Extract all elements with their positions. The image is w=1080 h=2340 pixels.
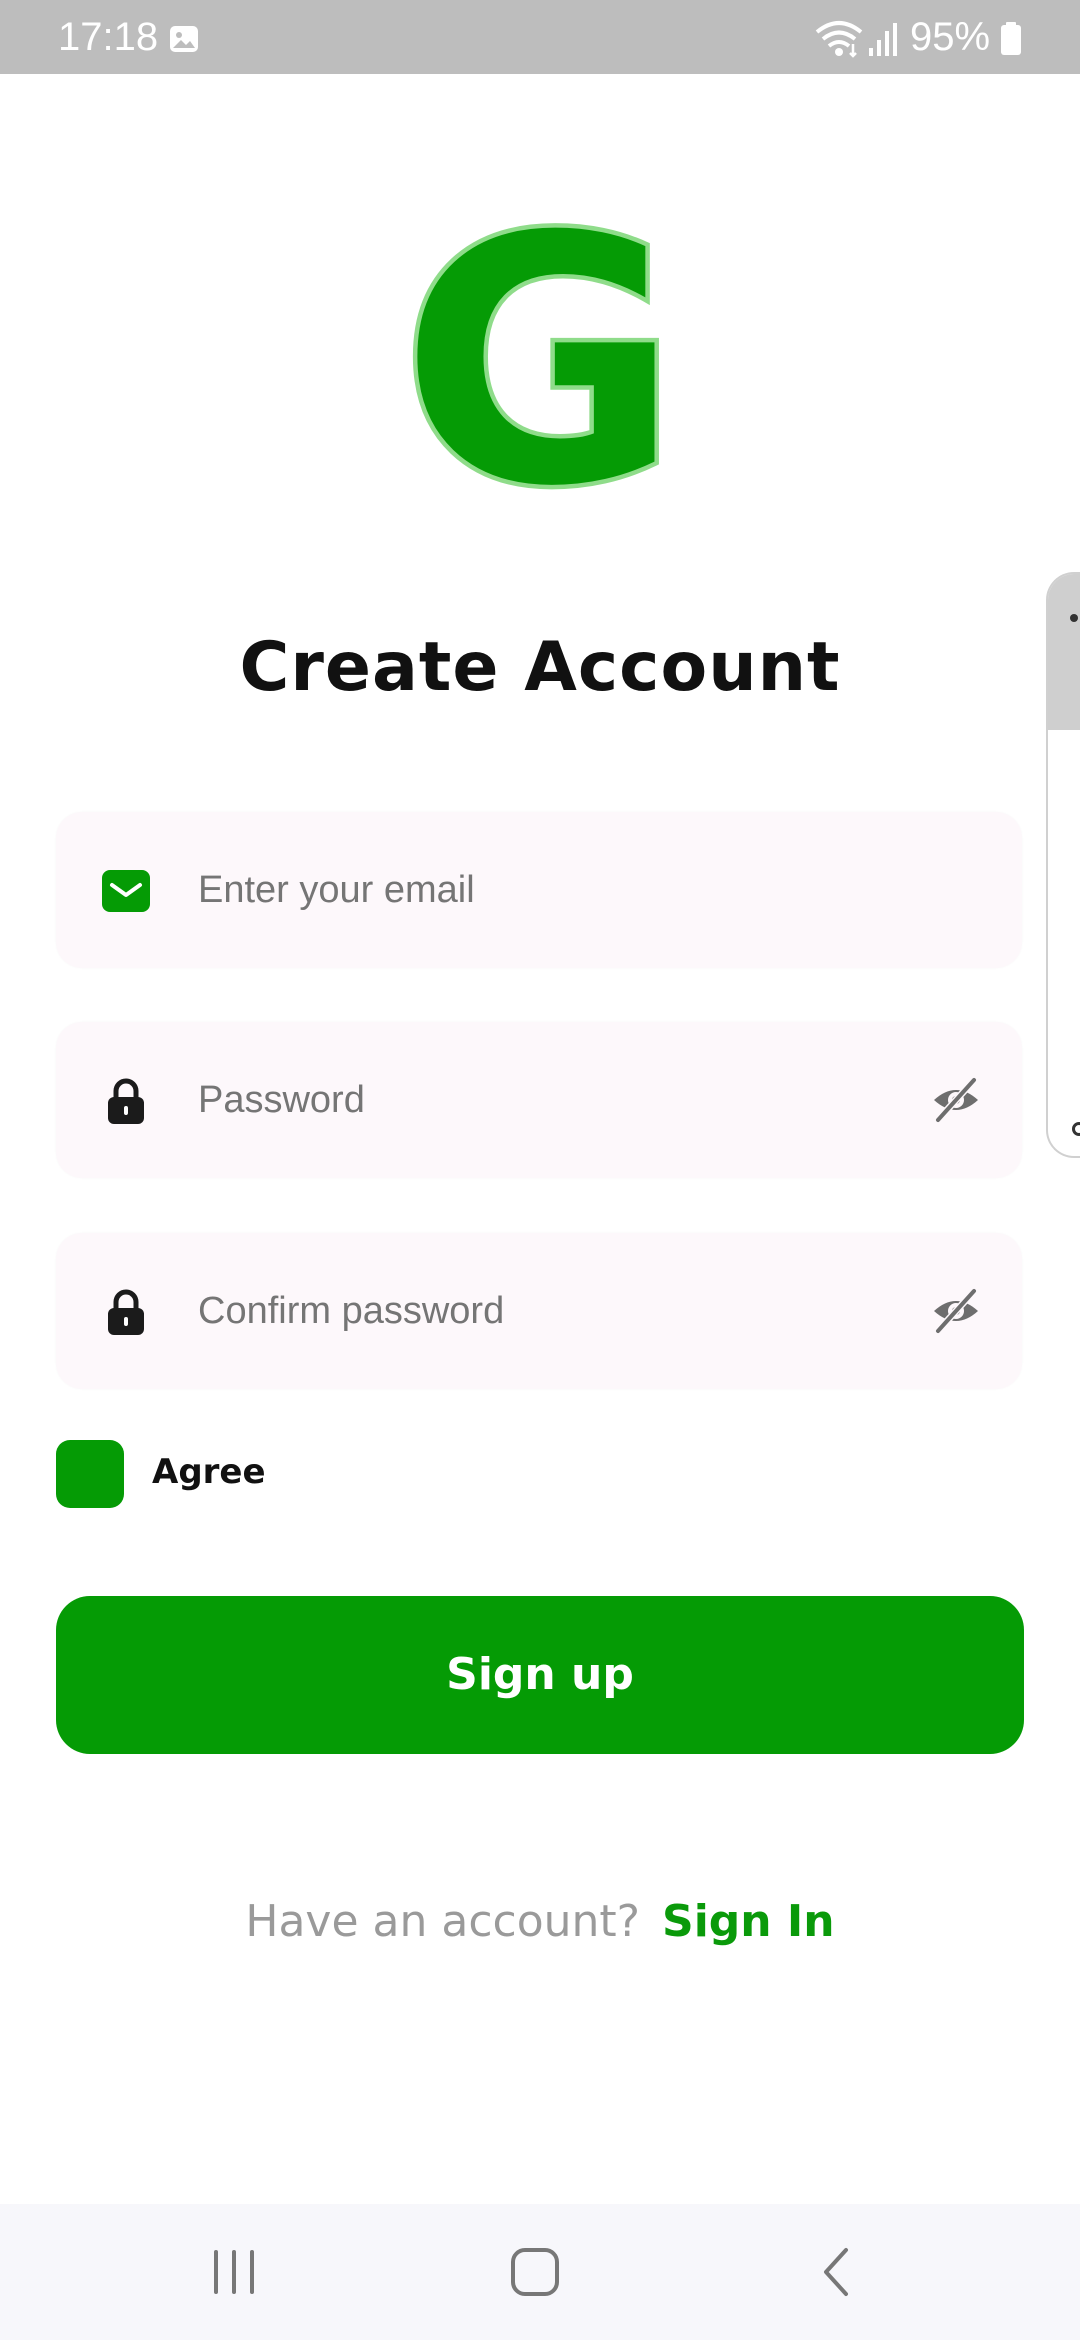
home-icon[interactable] <box>507 2244 563 2300</box>
email-field[interactable] <box>56 812 1022 968</box>
password-field[interactable] <box>56 1022 1022 1178</box>
sign-in-link[interactable]: Sign In <box>662 1896 835 1947</box>
status-bar: 17:18 95% <box>0 0 1080 74</box>
email-input[interactable] <box>198 812 898 968</box>
create-account-screen: 17:18 95% G Create Account Enter your em… <box>0 0 1080 2340</box>
edge-panel-tab <box>1048 574 1080 730</box>
lock-icon <box>108 1078 144 1124</box>
agree-checkbox[interactable] <box>56 1440 124 1508</box>
have-account-text: Have an account? <box>245 1896 640 1947</box>
password-input[interactable] <box>198 1022 898 1178</box>
recents-icon[interactable] <box>206 2244 262 2300</box>
edge-panel-handle[interactable] <box>1046 572 1080 1158</box>
sign-up-button[interactable]: Sign up <box>56 1596 1024 1754</box>
signal-icon <box>869 23 897 56</box>
gallery-icon <box>170 26 198 52</box>
edge-ring-icon <box>1072 1122 1080 1136</box>
wifi-icon <box>815 21 863 58</box>
battery-percent: 95% <box>910 15 991 59</box>
eye-off-icon[interactable] <box>930 1074 982 1126</box>
system-nav-bar <box>0 2204 1080 2340</box>
logo-letter: G <box>400 218 679 520</box>
have-account-row: Have an account? Sign In <box>0 1896 1080 1947</box>
confirm-password-field[interactable] <box>56 1233 1022 1389</box>
confirm-password-input[interactable] <box>198 1233 898 1389</box>
back-icon[interactable] <box>810 2244 866 2300</box>
battery-icon <box>1001 22 1021 55</box>
page-title: Create Account <box>239 628 841 707</box>
agree-label: Agree <box>152 1452 266 1492</box>
eye-off-icon[interactable] <box>930 1285 982 1337</box>
lock-icon <box>108 1289 144 1335</box>
status-time: 17:18 <box>58 15 159 59</box>
email-icon <box>102 870 150 912</box>
app-logo: G <box>396 218 684 520</box>
edge-dot-icon <box>1070 614 1078 622</box>
